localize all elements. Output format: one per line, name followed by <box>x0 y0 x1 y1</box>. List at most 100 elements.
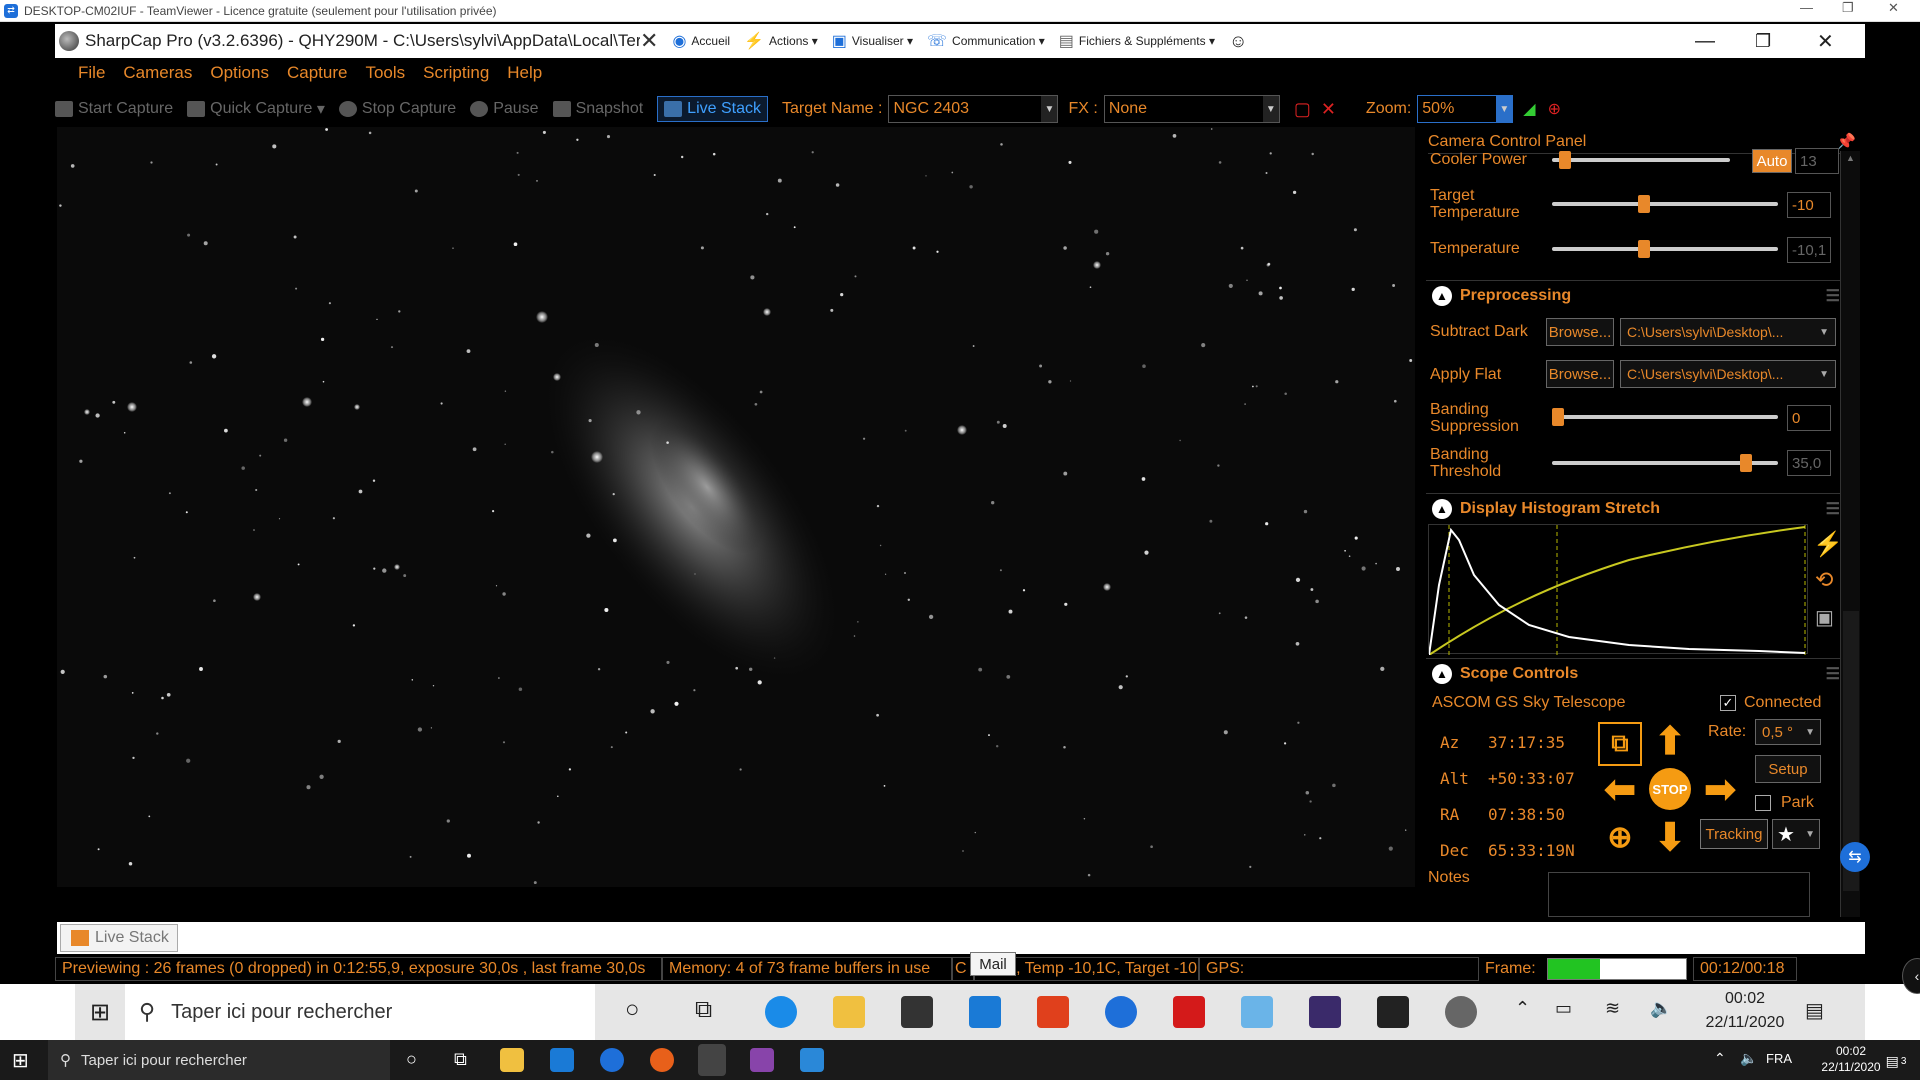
tracking-button[interactable]: Tracking <box>1700 819 1768 849</box>
menu-help[interactable]: Help <box>507 63 542 83</box>
histogram-plot[interactable] <box>1428 524 1808 656</box>
scroll-up-icon[interactable]: ▲ <box>1845 153 1857 167</box>
zoom-magnifier-icon[interactable]: ⊕ <box>1548 99 1561 119</box>
park-target-icon[interactable]: ⊕ <box>1598 815 1642 859</box>
app2-icon[interactable] <box>1377 996 1409 1028</box>
tray-chevron-icon[interactable]: ⌃ <box>1714 1050 1726 1067</box>
wifi-icon[interactable]: ≋ <box>1605 998 1620 1019</box>
volume-icon[interactable]: 🔈 <box>1740 1050 1757 1067</box>
app-icon[interactable] <box>750 1048 774 1072</box>
menu-scripting[interactable]: Scripting <box>423 63 489 83</box>
teamviewer-taskbar-icon[interactable] <box>1105 996 1137 1028</box>
banding-suppression-slider[interactable] <box>1552 408 1778 426</box>
tv-fichiers-button[interactable]: ▤ Fichiers & Suppléments ▾ <box>1059 31 1215 51</box>
windows-start-icon[interactable]: ⊞ <box>12 1048 29 1073</box>
cooler-power-slider[interactable] <box>1552 151 1730 169</box>
browse-flat-button[interactable]: Browse... <box>1546 360 1614 388</box>
local-search-box[interactable]: ⚲ Taper ici pour rechercher <box>48 1040 390 1080</box>
star-dropdown[interactable]: ★ ▼ <box>1772 819 1820 849</box>
tv-accueil-button[interactable]: ◉ Accueil <box>672 31 730 51</box>
teamviewer-side-icon[interactable]: ⇆ <box>1840 842 1870 872</box>
notification-icon[interactable]: ▤ 3 <box>1880 1048 1912 1074</box>
teamviewer-taskbar-icon[interactable] <box>600 1048 624 1072</box>
collapse-icon[interactable]: ▲ <box>1432 663 1452 684</box>
setup-button[interactable]: Setup <box>1755 755 1821 783</box>
sharpcap-taskbar-icon[interactable] <box>1445 996 1477 1028</box>
start-capture-button[interactable]: Start Capture <box>55 100 173 118</box>
live-stack-button[interactable]: Live Stack <box>657 96 768 122</box>
preprocessing-header[interactable]: ▲ Preprocessing ☰ <box>1426 280 1850 310</box>
volume-icon[interactable]: 🔈 <box>1650 998 1672 1019</box>
local-clock[interactable]: 00:02 22/11/2020 <box>1816 1044 1886 1074</box>
arrow-right-button[interactable]: ➡ <box>1698 767 1742 811</box>
tv-close-button[interactable]: ✕ <box>640 28 658 54</box>
firefox-icon[interactable] <box>650 1048 674 1072</box>
arrow-left-button[interactable]: ⬅ <box>1598 767 1642 811</box>
scope-controls-header[interactable]: ▲ Scope Controls ☰ <box>1426 658 1850 688</box>
windows-start-icon[interactable]: ⊞ <box>75 984 125 1040</box>
save-icon[interactable]: ▣ <box>1815 605 1834 630</box>
stop-capture-button[interactable]: Stop Capture <box>338 100 456 118</box>
restore-icon[interactable]: ❐ <box>1842 0 1854 16</box>
histogram-icon[interactable]: ◢ <box>1523 99 1535 119</box>
remote-search-box[interactable]: ⚲ Taper ici pour rechercher <box>125 984 595 1040</box>
mail-icon[interactable] <box>550 1048 574 1072</box>
cortana-icon[interactable]: ○ <box>625 996 640 1024</box>
fx-dropdown[interactable]: None ▼ <box>1103 95 1280 123</box>
edge-icon[interactable] <box>765 996 797 1028</box>
cooler-auto-button[interactable]: Auto <box>1752 149 1792 173</box>
close-icon[interactable]: ✕ <box>1888 0 1899 16</box>
hamburger-icon[interactable]: ☰ <box>1826 664 1840 684</box>
slider-thumb[interactable] <box>1552 408 1564 426</box>
menu-cameras[interactable]: Cameras <box>123 63 192 83</box>
reticle-icon[interactable]: ▢ <box>1294 99 1311 120</box>
task-view-icon[interactable]: ⧉ <box>695 996 712 1024</box>
hamburger-icon[interactable]: ☰ <box>1826 499 1840 519</box>
collapse-icon[interactable]: ▲ <box>1432 285 1452 306</box>
connected-checkbox[interactable]: ✓ <box>1720 695 1736 711</box>
task-view-icon[interactable]: ⧉ <box>454 1049 467 1070</box>
tv-actions-button[interactable]: ⚡ Actions ▾ <box>744 31 818 51</box>
tv-communication-button[interactable]: ☏ Communication ▾ <box>927 31 1045 51</box>
file-explorer-icon[interactable] <box>500 1048 524 1072</box>
histogram-header[interactable]: ▲ Display Histogram Stretch ☰ <box>1426 493 1850 523</box>
arrow-up-button[interactable]: ⬆ <box>1648 719 1692 763</box>
active-app-icon[interactable] <box>698 1044 726 1076</box>
menu-tools[interactable]: Tools <box>365 63 405 83</box>
snapshot-button[interactable]: Snapshot <box>552 100 643 118</box>
slider-thumb[interactable] <box>1558 151 1571 169</box>
park-checkbox-row[interactable]: Park <box>1755 794 1814 812</box>
banding-threshold-slider[interactable] <box>1552 454 1778 472</box>
acrobat-icon[interactable] <box>1173 996 1205 1028</box>
notes-textarea[interactable] <box>1548 872 1810 917</box>
photos-icon[interactable] <box>800 1048 824 1072</box>
camera-preview-image[interactable] <box>57 127 1415 887</box>
target-temp-value[interactable]: -10 <box>1787 192 1831 218</box>
auto-stretch-icon[interactable]: ⚡ <box>1813 530 1843 559</box>
banding-suppression-value[interactable]: 0 <box>1787 405 1831 431</box>
park-checkbox[interactable] <box>1755 795 1771 811</box>
menu-file[interactable]: File <box>78 63 105 83</box>
office-icon[interactable] <box>1037 996 1069 1028</box>
language-indicator[interactable]: FRA <box>1766 1051 1792 1066</box>
collapse-icon[interactable]: ▲ <box>1432 498 1452 519</box>
hamburger-icon[interactable]: ☰ <box>1826 286 1840 306</box>
slider-thumb[interactable] <box>1637 195 1650 213</box>
file-explorer-icon[interactable] <box>833 996 865 1028</box>
panel-scrollbar[interactable]: ▲ <box>1840 151 1860 917</box>
zoom-dropdown[interactable]: 50% ▼ <box>1417 95 1514 123</box>
restore-icon[interactable]: ❐ <box>1755 31 1771 52</box>
reset-icon[interactable]: ⟲ <box>1815 567 1833 593</box>
slider-thumb[interactable] <box>1740 454 1753 472</box>
target-name-dropdown[interactable]: NGC 2403 ▼ <box>888 95 1059 123</box>
pin-icon[interactable]: 📌 <box>1836 132 1856 152</box>
pause-button[interactable]: Pause <box>470 100 539 118</box>
side-expand-icon[interactable]: ‹ <box>1902 958 1920 994</box>
tv-smiley-button[interactable]: ☺ <box>1229 31 1247 52</box>
flat-path-dropdown[interactable]: C:\Users\sylvi\Desktop\... ▼ <box>1620 360 1836 388</box>
rate-dropdown[interactable]: 0,5 ° ▼ <box>1755 719 1821 745</box>
tv-visualiser-button[interactable]: ▣ Visualiser ▾ <box>832 31 913 51</box>
dark-path-dropdown[interactable]: C:\Users\sylvi\Desktop\... ▼ <box>1620 318 1836 346</box>
close-icon[interactable]: ✕ <box>1817 29 1834 54</box>
store-icon[interactable] <box>901 996 933 1028</box>
